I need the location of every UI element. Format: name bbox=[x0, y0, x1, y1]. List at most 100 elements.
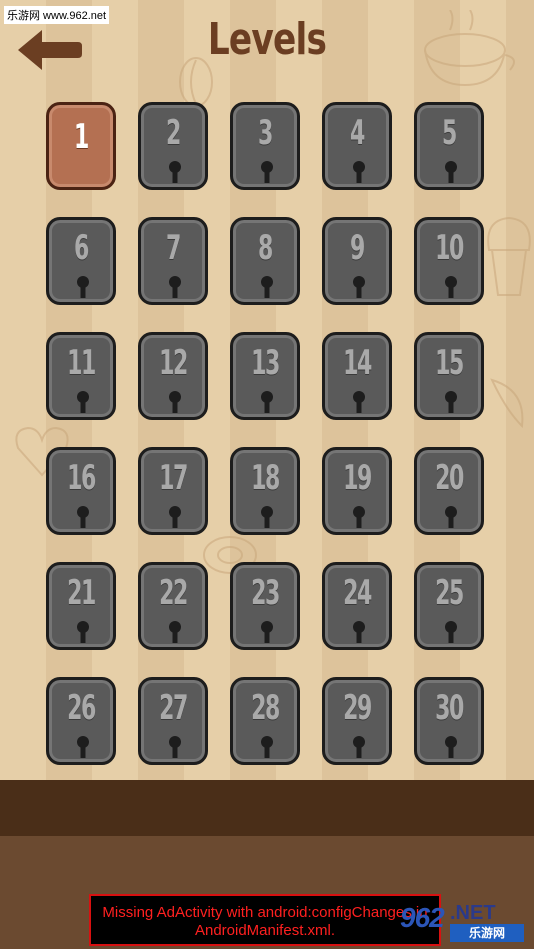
keyhole-lock-icon bbox=[261, 621, 273, 643]
ground-strip bbox=[0, 780, 534, 836]
level-number: 26 bbox=[67, 688, 96, 728]
keyhole-lock-icon bbox=[261, 276, 273, 298]
level-tile-14[interactable]: 14 bbox=[322, 332, 392, 420]
level-number: 25 bbox=[435, 573, 464, 613]
level-tile-13[interactable]: 13 bbox=[230, 332, 300, 420]
level-tile-17[interactable]: 17 bbox=[138, 447, 208, 535]
level-tile-9[interactable]: 9 bbox=[322, 217, 392, 305]
keyhole-lock-icon bbox=[77, 276, 89, 298]
keyhole-lock-icon bbox=[261, 506, 273, 528]
keyhole-lock-icon bbox=[169, 161, 181, 183]
level-tile-11[interactable]: 11 bbox=[46, 332, 116, 420]
keyhole-lock-icon bbox=[353, 736, 365, 758]
level-number: 8 bbox=[258, 228, 273, 268]
level-number: 23 bbox=[251, 573, 280, 613]
level-number: 30 bbox=[435, 688, 464, 728]
level-tile-22[interactable]: 22 bbox=[138, 562, 208, 650]
level-number: 19 bbox=[343, 458, 372, 498]
keyhole-lock-icon bbox=[77, 391, 89, 413]
keyhole-lock-icon bbox=[261, 161, 273, 183]
muffin-doodle-icon bbox=[487, 216, 531, 296]
keyhole-lock-icon bbox=[353, 161, 365, 183]
croissant-doodle-icon bbox=[490, 378, 524, 429]
level-tile-23[interactable]: 23 bbox=[230, 562, 300, 650]
level-number: 11 bbox=[67, 343, 96, 383]
keyhole-lock-icon bbox=[169, 621, 181, 643]
level-tile-16[interactable]: 16 bbox=[46, 447, 116, 535]
keyhole-lock-icon bbox=[445, 621, 457, 643]
ad-error-banner: Missing AdActivity with android:configCh… bbox=[89, 894, 441, 946]
level-number: 9 bbox=[350, 228, 365, 268]
level-number: 10 bbox=[435, 228, 464, 268]
level-number: 12 bbox=[159, 343, 188, 383]
keyhole-lock-icon bbox=[445, 736, 457, 758]
level-number: 16 bbox=[67, 458, 96, 498]
site-badge: 962 .NET 乐游网 bbox=[398, 900, 528, 944]
level-tile-6[interactable]: 6 bbox=[46, 217, 116, 305]
level-tile-30[interactable]: 30 bbox=[414, 677, 484, 765]
level-tile-2[interactable]: 2 bbox=[138, 102, 208, 190]
keyhole-lock-icon bbox=[169, 736, 181, 758]
level-number: 18 bbox=[251, 458, 280, 498]
keyhole-lock-icon bbox=[353, 276, 365, 298]
level-number: 17 bbox=[159, 458, 188, 498]
keyhole-lock-icon bbox=[169, 276, 181, 298]
level-number: 14 bbox=[343, 343, 372, 383]
level-tile-15[interactable]: 15 bbox=[414, 332, 484, 420]
level-number: 15 bbox=[435, 343, 464, 383]
keyhole-lock-icon bbox=[353, 621, 365, 643]
keyhole-lock-icon bbox=[445, 276, 457, 298]
level-tile-1[interactable]: 1 bbox=[46, 102, 116, 190]
level-tile-7[interactable]: 7 bbox=[138, 217, 208, 305]
level-number: 22 bbox=[159, 573, 188, 613]
badge-bottom-text: 乐游网 bbox=[450, 924, 524, 942]
ad-error-line-1: Missing AdActivity with android:configCh… bbox=[102, 904, 428, 921]
keyhole-lock-icon bbox=[261, 391, 273, 413]
ad-error-line-2: AndroidManifest.xml. bbox=[194, 922, 336, 939]
badge-top-text: .NET bbox=[450, 902, 496, 924]
keyhole-lock-icon bbox=[169, 391, 181, 413]
level-number: 6 bbox=[74, 228, 89, 268]
page-title: Levels bbox=[207, 14, 327, 65]
level-number: 1 bbox=[74, 117, 89, 157]
level-tile-21[interactable]: 21 bbox=[46, 562, 116, 650]
keyhole-lock-icon bbox=[77, 506, 89, 528]
keyhole-lock-icon bbox=[445, 391, 457, 413]
level-tile-27[interactable]: 27 bbox=[138, 677, 208, 765]
level-tile-3[interactable]: 3 bbox=[230, 102, 300, 190]
keyhole-lock-icon bbox=[445, 161, 457, 183]
level-number: 27 bbox=[159, 688, 188, 728]
level-tile-20[interactable]: 20 bbox=[414, 447, 484, 535]
level-tile-29[interactable]: 29 bbox=[322, 677, 392, 765]
level-number: 3 bbox=[258, 113, 273, 153]
level-tile-18[interactable]: 18 bbox=[230, 447, 300, 535]
keyhole-lock-icon bbox=[353, 506, 365, 528]
level-tile-28[interactable]: 28 bbox=[230, 677, 300, 765]
level-number: 5 bbox=[442, 113, 457, 153]
level-tile-4[interactable]: 4 bbox=[322, 102, 392, 190]
keyhole-lock-icon bbox=[353, 391, 365, 413]
level-tile-5[interactable]: 5 bbox=[414, 102, 484, 190]
level-number: 20 bbox=[435, 458, 464, 498]
level-tile-26[interactable]: 26 bbox=[46, 677, 116, 765]
level-number: 2 bbox=[166, 113, 181, 153]
level-number: 13 bbox=[251, 343, 280, 383]
level-tile-8[interactable]: 8 bbox=[230, 217, 300, 305]
level-number: 24 bbox=[343, 573, 372, 613]
keyhole-lock-icon bbox=[169, 506, 181, 528]
level-number: 4 bbox=[350, 113, 365, 153]
level-number: 7 bbox=[166, 228, 181, 268]
level-tile-12[interactable]: 12 bbox=[138, 332, 208, 420]
level-number: 28 bbox=[251, 688, 280, 728]
badge-main-text: 962 bbox=[400, 902, 445, 933]
keyhole-lock-icon bbox=[445, 506, 457, 528]
level-tile-19[interactable]: 19 bbox=[322, 447, 392, 535]
level-tile-10[interactable]: 10 bbox=[414, 217, 484, 305]
level-number: 29 bbox=[343, 688, 372, 728]
level-tile-25[interactable]: 25 bbox=[414, 562, 484, 650]
level-number: 21 bbox=[67, 573, 96, 613]
keyhole-lock-icon bbox=[77, 736, 89, 758]
level-tile-24[interactable]: 24 bbox=[322, 562, 392, 650]
keyhole-lock-icon bbox=[77, 621, 89, 643]
keyhole-lock-icon bbox=[261, 736, 273, 758]
